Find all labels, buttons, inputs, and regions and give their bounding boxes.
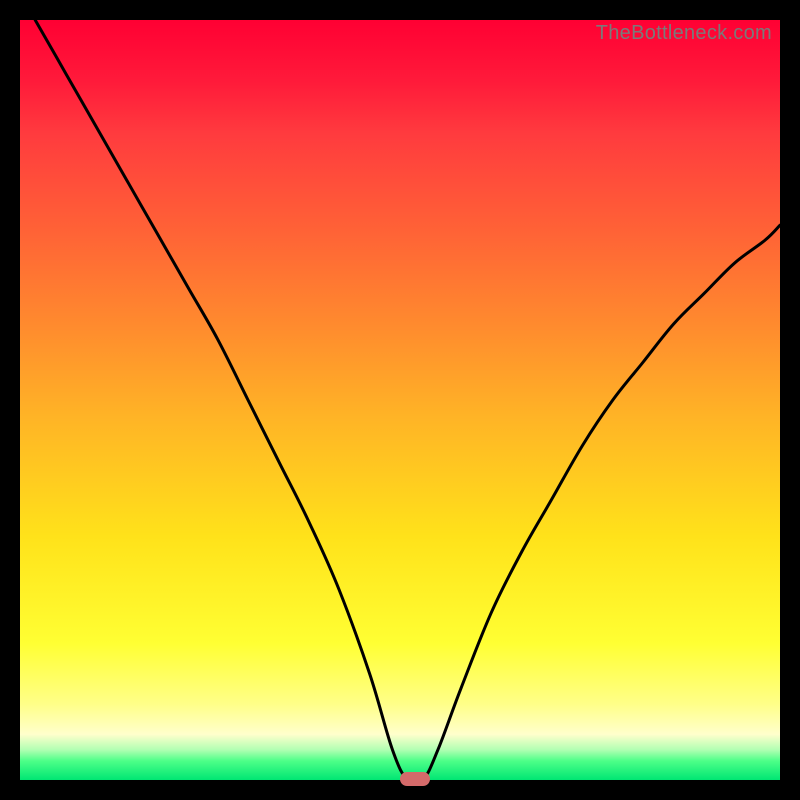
bottleneck-curve-path bbox=[35, 20, 780, 780]
curve-svg bbox=[20, 20, 780, 780]
minimum-marker bbox=[400, 772, 430, 786]
bottleneck-chart: TheBottleneck.com bbox=[20, 20, 780, 780]
